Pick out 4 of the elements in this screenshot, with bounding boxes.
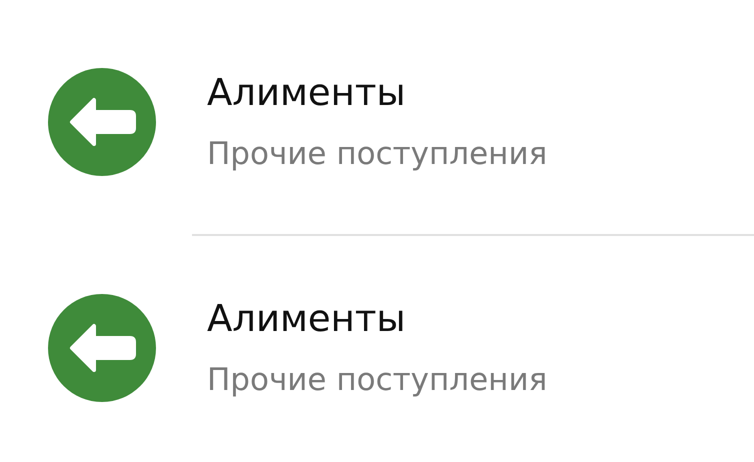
transaction-title: Алименты bbox=[207, 71, 407, 115]
transaction-category: Прочие поступления bbox=[207, 361, 548, 399]
transaction-title: Алименты bbox=[207, 297, 407, 341]
transaction-category: Прочие поступления bbox=[207, 135, 548, 173]
